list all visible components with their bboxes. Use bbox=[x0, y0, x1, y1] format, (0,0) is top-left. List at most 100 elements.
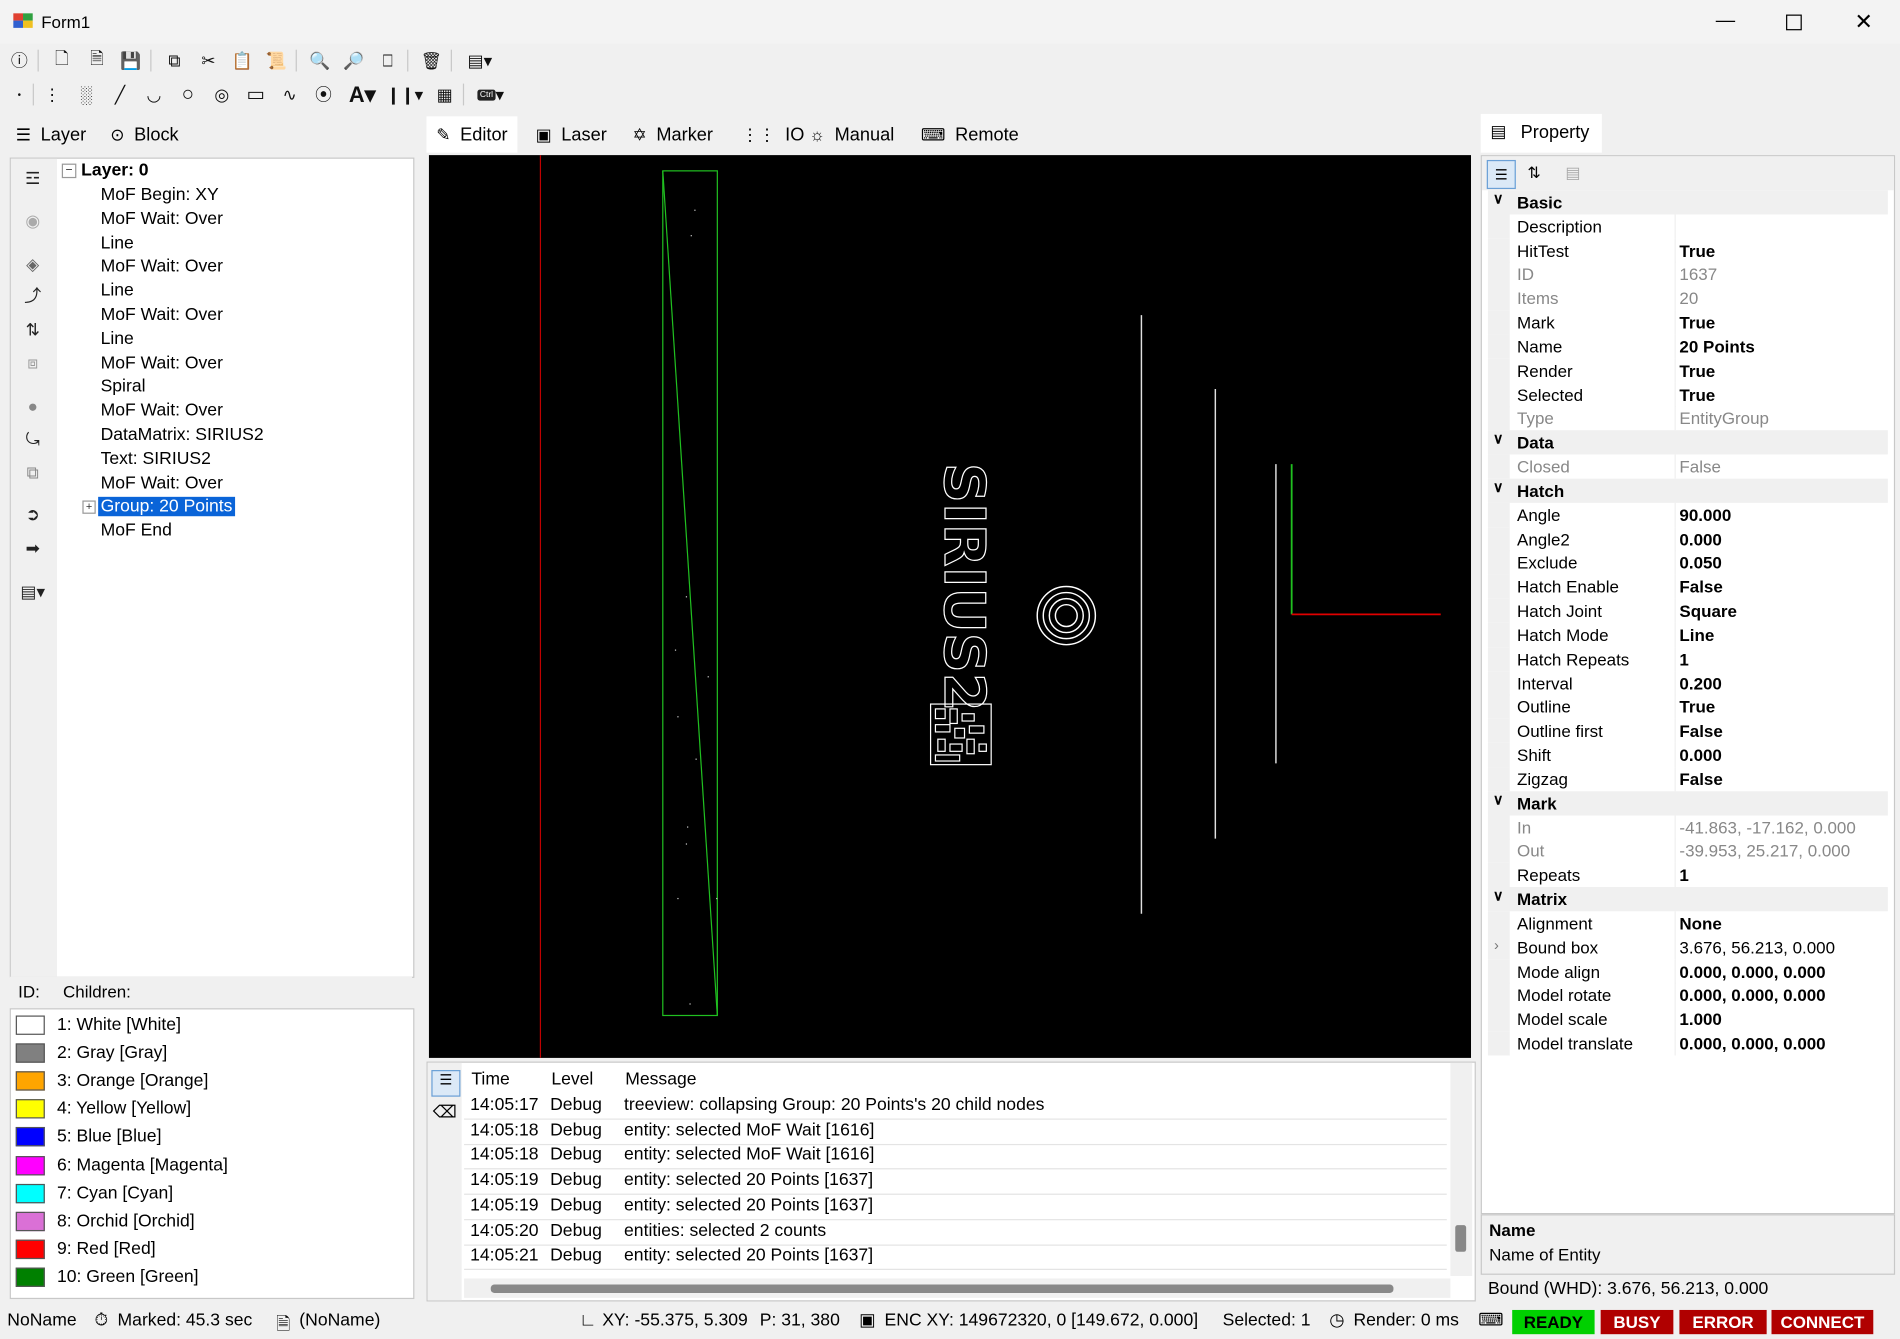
categorized-icon[interactable]: ☰ bbox=[1486, 159, 1516, 190]
property-value[interactable]: False bbox=[1679, 769, 1722, 788]
circle-icon[interactable]: ○ bbox=[174, 81, 201, 108]
expand-chevron-icon[interactable]: › bbox=[1494, 936, 1499, 953]
open-file-icon[interactable]: 🗎 bbox=[84, 47, 111, 74]
property-value[interactable]: True bbox=[1679, 361, 1715, 380]
line-icon[interactable]: ╱ bbox=[107, 81, 134, 108]
log-message[interactable]: entities: selected 2 counts bbox=[624, 1221, 826, 1245]
log-time[interactable]: 14:05:19 bbox=[470, 1171, 538, 1195]
datamatrix-entity[interactable] bbox=[929, 703, 992, 766]
log-header-time[interactable]: Time bbox=[471, 1070, 509, 1089]
log-hscrollbar[interactable] bbox=[464, 1278, 1451, 1298]
log-list-icon[interactable]: ☰ bbox=[431, 1070, 461, 1097]
property-row[interactable]: Hatch Enable False bbox=[1487, 574, 1888, 599]
property-value[interactable]: 90.000 bbox=[1679, 505, 1731, 524]
property-value[interactable]: 0.000, 0.000, 0.000 bbox=[1679, 1034, 1825, 1053]
trepan-icon[interactable]: ◎ bbox=[208, 81, 235, 108]
property-value[interactable]: False bbox=[1679, 721, 1722, 740]
tree-item[interactable]: MoF Begin: XY bbox=[101, 185, 219, 204]
property-row[interactable]: Name 20 Points bbox=[1487, 334, 1888, 359]
tree-item[interactable]: MoF Wait: Over bbox=[101, 257, 223, 276]
property-row[interactable]: Render True bbox=[1487, 358, 1888, 383]
text-entity[interactable]: SIRIUS2 bbox=[931, 462, 997, 712]
tree-item[interactable]: Text: SIRIUS2 bbox=[101, 449, 211, 468]
color-item[interactable]: 10: Green [Green] bbox=[15, 1264, 199, 1291]
fill-icon[interactable]: ◈ bbox=[18, 251, 47, 278]
color-item[interactable]: 2: Gray [Gray] bbox=[15, 1040, 167, 1067]
property-row[interactable]: Mode align 0.000, 0.000, 0.000 bbox=[1487, 959, 1888, 984]
tree-item[interactable]: Group: 20 Points bbox=[98, 497, 235, 517]
property-value[interactable]: True bbox=[1679, 313, 1715, 332]
boolean-icon[interactable]: ⧉ bbox=[18, 459, 47, 486]
property-row[interactable]: HitTest True bbox=[1487, 238, 1888, 263]
property-value[interactable]: True bbox=[1679, 241, 1715, 260]
property-row[interactable]: Selected True bbox=[1487, 382, 1888, 407]
color-item[interactable]: 9: Red [Red] bbox=[15, 1236, 156, 1263]
collapse-icon[interactable]: − bbox=[61, 163, 77, 179]
log-level[interactable]: Debug bbox=[550, 1196, 602, 1220]
property-value[interactable]: False bbox=[1679, 577, 1722, 596]
log-level[interactable]: Debug bbox=[550, 1121, 602, 1145]
color-item[interactable]: 5: Blue [Blue] bbox=[15, 1124, 161, 1151]
point-icon[interactable]: • bbox=[6, 81, 33, 108]
mof-end-icon[interactable]: ➡ bbox=[18, 534, 47, 561]
property-row[interactable]: Model scale 1.000 bbox=[1487, 1007, 1888, 1032]
property-value[interactable]: 0.000, 0.000, 0.000 bbox=[1679, 986, 1825, 1005]
color-item[interactable]: 1: White [White] bbox=[15, 1012, 181, 1039]
property-row[interactable]: Model translate 0.000, 0.000, 0.000 bbox=[1487, 1031, 1888, 1056]
property-value[interactable]: -41.863, -17.162, 0.000 bbox=[1679, 817, 1855, 836]
property-value[interactable]: 0.200 bbox=[1679, 673, 1721, 692]
image-icon[interactable]: ▦ bbox=[431, 81, 458, 108]
property-value[interactable]: 1637 bbox=[1679, 265, 1717, 284]
property-row[interactable]: Repeats 1 bbox=[1487, 863, 1888, 888]
tab-layer[interactable]: ☰ Layer bbox=[6, 116, 96, 152]
collapse-chevron-icon[interactable]: ∨ bbox=[1493, 791, 1504, 808]
property-row[interactable]: Alignment None bbox=[1487, 911, 1888, 936]
tab-remote[interactable]: ⌨ Remote bbox=[911, 116, 1028, 152]
property-value[interactable]: None bbox=[1679, 914, 1721, 933]
info-icon[interactable]: ⓘ bbox=[6, 47, 33, 74]
raster-icon[interactable]: ░ bbox=[73, 81, 100, 108]
close-window-button[interactable]: ✕ bbox=[1830, 0, 1898, 44]
property-row[interactable]: Description bbox=[1487, 214, 1888, 239]
tab-manual[interactable]: ☼ Manual bbox=[800, 116, 904, 152]
property-row[interactable]: › Bound box 3.676, 56.213, 0.000 bbox=[1487, 935, 1888, 960]
expand-icon[interactable]: + bbox=[82, 500, 96, 515]
color-item[interactable]: 8: Orchid [Orchid] bbox=[15, 1208, 195, 1235]
property-row[interactable]: In -41.863, -17.162, 0.000 bbox=[1487, 815, 1888, 840]
save-icon[interactable]: 💾 bbox=[118, 47, 145, 74]
property-row[interactable]: Shift 0.000 bbox=[1487, 742, 1888, 768]
zoom-in-icon[interactable]: 🔎 bbox=[340, 47, 367, 74]
group-icon[interactable]: ● bbox=[18, 393, 47, 420]
property-row[interactable]: Type EntityGroup bbox=[1487, 406, 1888, 431]
property-category[interactable]: ∨ Matrix bbox=[1487, 887, 1888, 912]
tree-item[interactable]: Line bbox=[101, 281, 134, 300]
property-row[interactable]: Zigzag False bbox=[1487, 766, 1888, 792]
property-value[interactable]: EntityGroup bbox=[1679, 409, 1769, 428]
property-value[interactable]: 1.000 bbox=[1679, 1010, 1721, 1029]
property-value[interactable]: 0.000, 0.000, 0.000 bbox=[1679, 962, 1825, 981]
3d-icon[interactable]: ◉ bbox=[18, 207, 47, 234]
spiral-entity[interactable] bbox=[1036, 585, 1097, 646]
log-message[interactable]: entity: selected 20 Points [1637] bbox=[624, 1171, 873, 1195]
property-row[interactable]: Exclude 0.050 bbox=[1487, 550, 1888, 575]
property-value[interactable]: -39.953, 25.217, 0.000 bbox=[1679, 841, 1850, 860]
property-value[interactable]: 20 bbox=[1679, 289, 1698, 308]
property-value[interactable]: 3.676, 56.213, 0.000 bbox=[1679, 938, 1835, 957]
property-value[interactable]: Line bbox=[1679, 625, 1714, 644]
color-item[interactable]: 7: Cyan [Cyan] bbox=[15, 1180, 173, 1207]
tab-block[interactable]: ⊙ Block bbox=[101, 116, 189, 152]
log-level[interactable]: Debug bbox=[550, 1171, 602, 1195]
property-value[interactable]: False bbox=[1679, 457, 1720, 476]
property-value[interactable]: True bbox=[1679, 385, 1715, 404]
property-row[interactable]: Outline first False bbox=[1487, 718, 1888, 744]
barcode-icon[interactable]: ❙❙▾ bbox=[385, 81, 424, 108]
log-time[interactable]: 14:05:18 bbox=[470, 1146, 538, 1170]
property-row[interactable]: Interval 0.200 bbox=[1487, 670, 1888, 696]
editor-canvas[interactable]: SIRIUS2 bbox=[428, 155, 1472, 1058]
log-vscrollbar[interactable] bbox=[1450, 1062, 1473, 1277]
log-message[interactable]: entity: selected MoF Wait [1616] bbox=[624, 1121, 874, 1145]
tab-laser[interactable]: ▣ Laser bbox=[526, 116, 617, 152]
property-row[interactable]: Out -39.953, 25.217, 0.000 bbox=[1487, 839, 1888, 864]
align-dropdown-icon[interactable]: ▤▾ bbox=[462, 47, 498, 74]
log-level[interactable]: Debug bbox=[550, 1095, 602, 1119]
